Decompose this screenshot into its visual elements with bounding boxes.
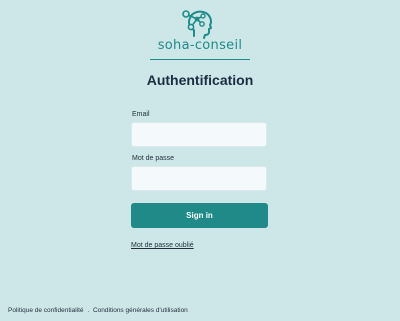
brand-underline — [150, 59, 250, 60]
footer: Politique de confidentialité . Condition… — [8, 307, 188, 314]
privacy-policy-link[interactable]: Politique de confidentialité — [8, 307, 84, 314]
head-network-icon — [182, 10, 212, 39]
forgot-password-link[interactable]: Mot de passe oublié — [131, 242, 194, 249]
footer-separator: . — [87, 307, 90, 314]
password-field[interactable] — [131, 166, 267, 191]
email-field[interactable] — [131, 122, 267, 147]
sign-in-button[interactable]: Sign in — [131, 203, 268, 228]
brand-logo: soha-conseil — [150, 8, 250, 60]
brand-name: soha-conseil — [157, 38, 243, 53]
terms-link[interactable]: Conditions générales d'utilisation — [93, 307, 188, 314]
page-title: Authentification — [146, 72, 254, 88]
password-label: Mot de passe — [132, 155, 175, 162]
email-label: Email — [132, 111, 150, 118]
